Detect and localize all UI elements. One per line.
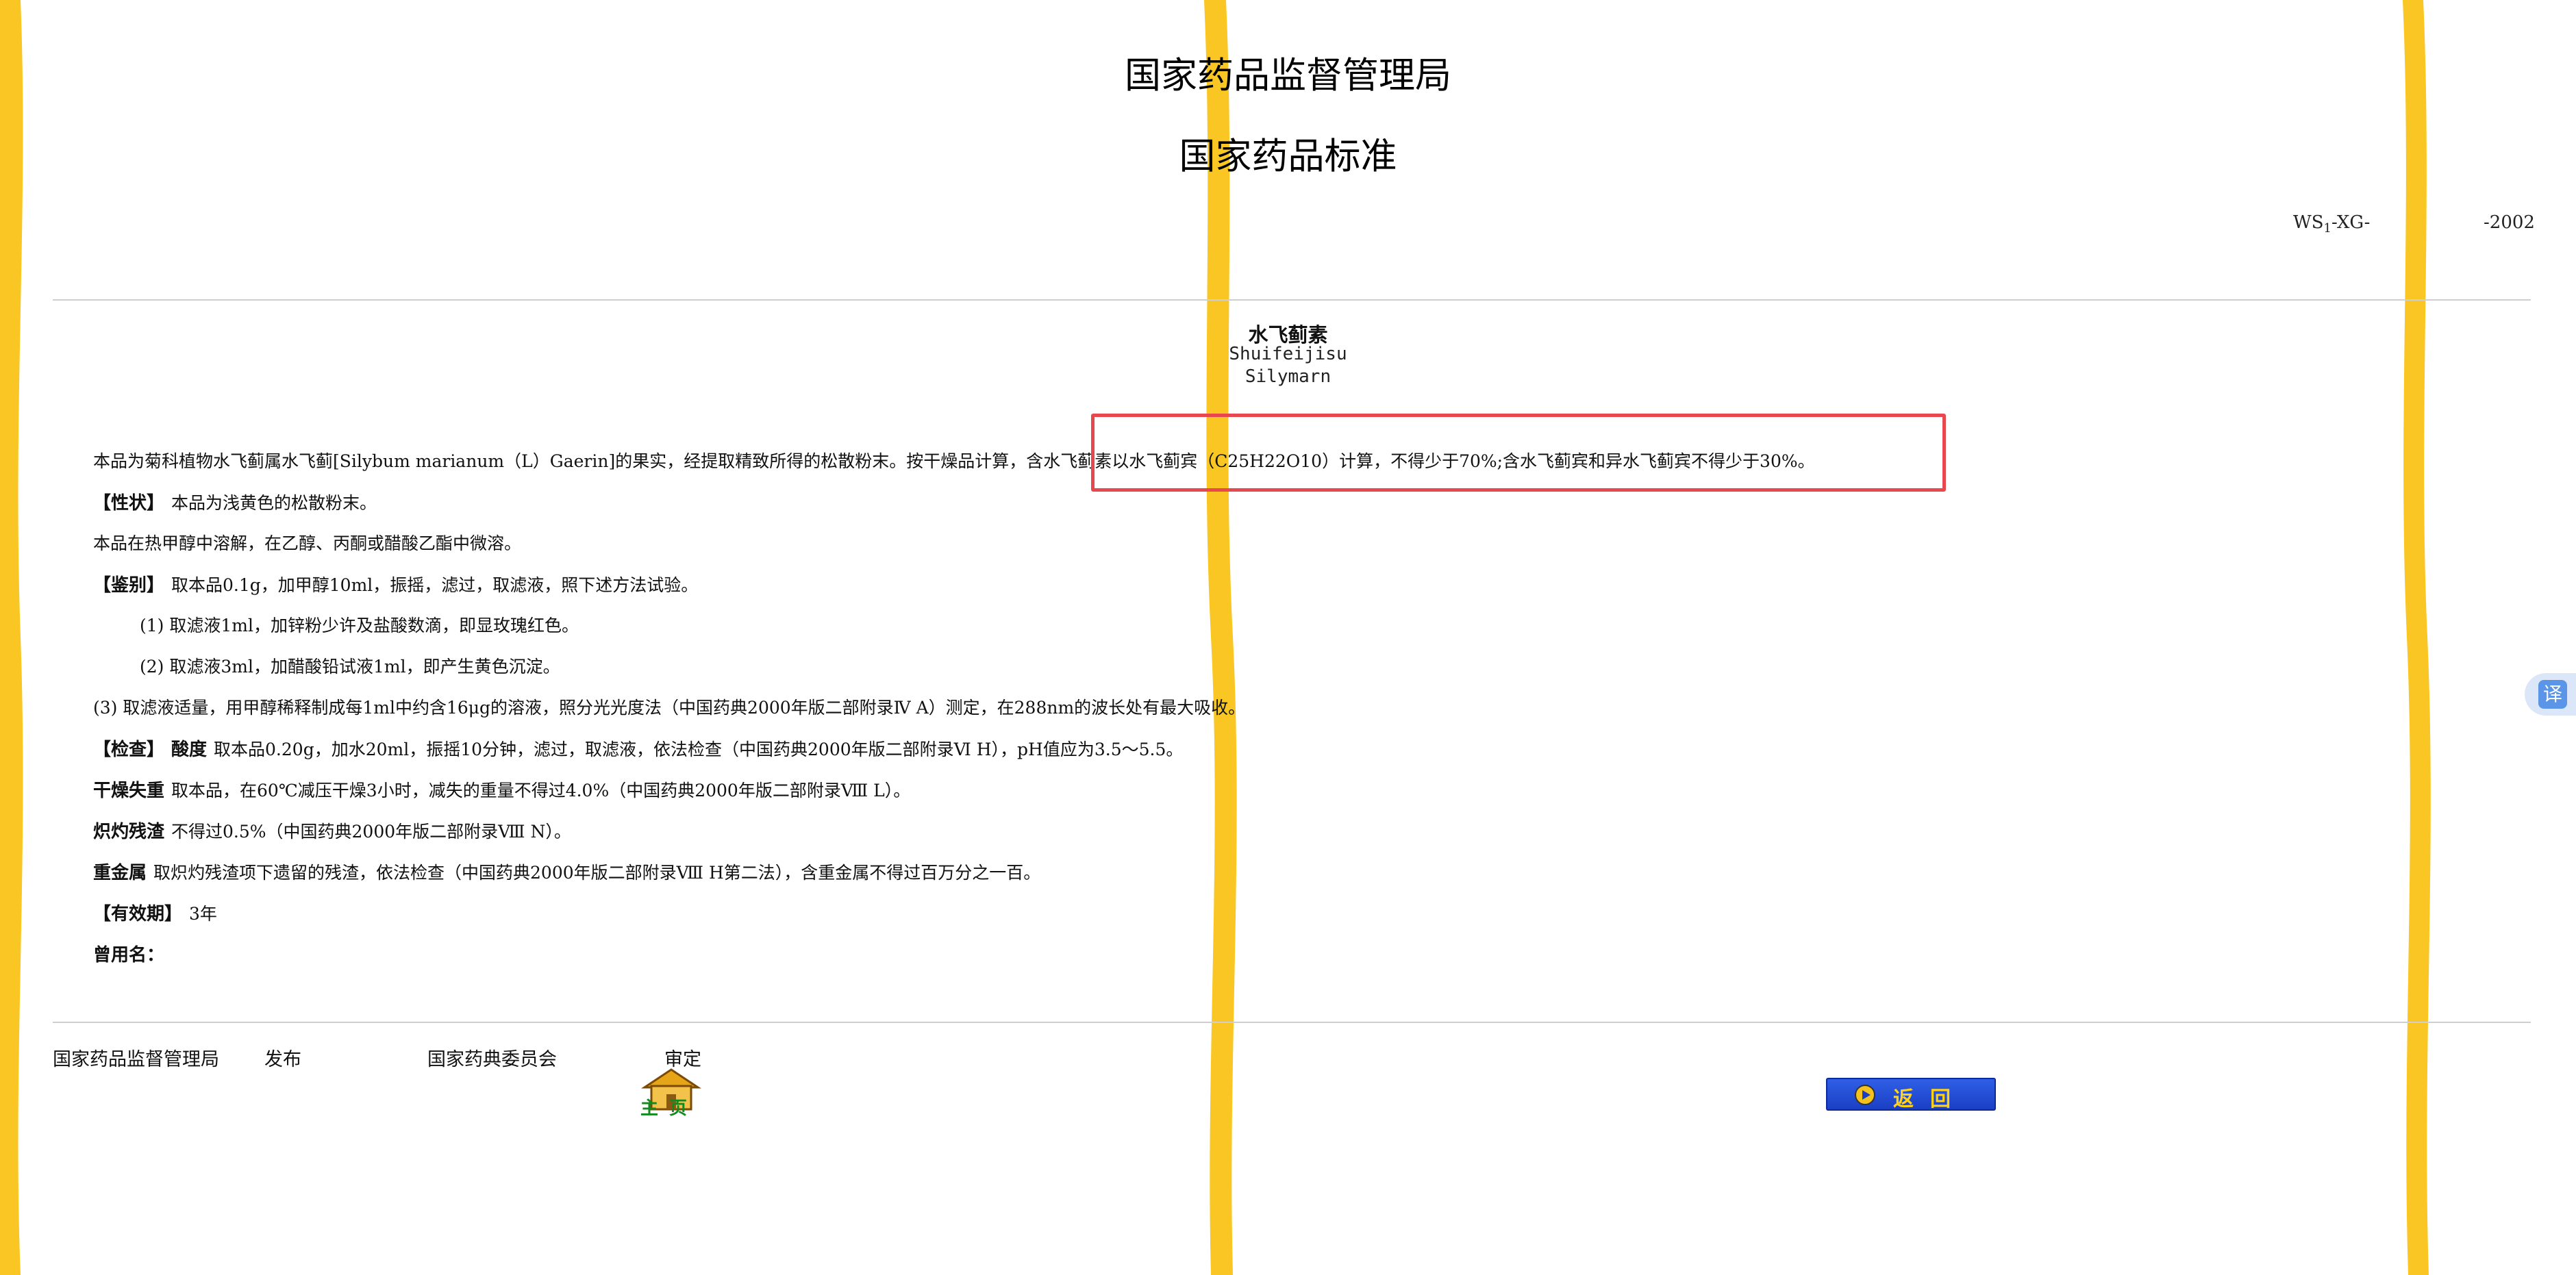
identification-item-3: (3) 取滤液适量，用甲醇稀释制成每1ml中约含16μg的溶液，照分光光度法（中… <box>93 698 1246 718</box>
divider-bottom <box>53 1022 2531 1023</box>
standard-number-year: -2002 <box>2484 212 2535 233</box>
character-text: 本品为浅黄色的松散粉末。 <box>171 493 377 513</box>
home-button-label: 主页 <box>640 1098 699 1119</box>
identification-line: 【鉴别】 取本品0.1g，加甲醇10ml，振摇，滤过，取滤液，照下述方法试验。 <box>93 571 698 596</box>
residue-on-ignition-text: 不得过0.5%（中国药典2000年版二部附录Ⅷ N）。 <box>171 822 571 842</box>
divider-top <box>53 299 2531 301</box>
acidity-text: 取本品0.20g，加水20ml，振摇10分钟，滤过，取滤液，依法检查（中国药典2… <box>214 740 1184 759</box>
home-button[interactable]: 主页 <box>634 1067 709 1119</box>
heavy-metals-line: 重金属 取炽灼残渣项下遗留的残渣，依法检查（中国药典2000年版二部附录Ⅷ H第二… <box>93 859 1040 884</box>
former-name-label: 曾用名： <box>93 945 165 965</box>
loss-on-drying-label: 干燥失重 <box>93 781 165 801</box>
residue-on-ignition-label: 炽灼残渣 <box>93 822 165 842</box>
acidity-label: 酸度 <box>171 740 208 760</box>
former-name-line: 曾用名： <box>93 941 171 966</box>
reviewer-name: 国家药典委员会 <box>427 1049 557 1070</box>
character-line: 【性状】 本品为浅黄色的松散粉末。 <box>93 489 377 514</box>
back-button[interactable]: 返回 <box>1826 1078 1996 1111</box>
loss-on-drying-line: 干燥失重 取本品，在60℃减压干燥3小时，减失的重量不得过4.0%（中国药典200… <box>93 777 910 802</box>
residue-on-ignition-line: 炽灼残渣 不得过0.5%（中国药典2000年版二部附录Ⅷ N）。 <box>93 818 571 843</box>
check-acidity-line: 【检查】 酸度 取本品0.20g，加水20ml，振摇10分钟，滤过，取滤液，依法检查… <box>93 735 1183 761</box>
translate-icon: 译 <box>2538 680 2567 709</box>
identification-item-2: (2) 取滤液3ml，加醋酸铅试液1ml，即产生黄色沉淀。 <box>140 657 560 677</box>
standard-heading: 国家药品标准 <box>1179 136 1397 177</box>
publish-label: 发布 <box>264 1049 301 1070</box>
validity-text: 3年 <box>189 904 217 924</box>
identification-text: 取本品0.1g，加甲醇10ml，振摇，滤过，取滤液，照下述方法试验。 <box>171 575 699 595</box>
standard-number-prefix: WS1-XG- <box>2293 212 2371 236</box>
identification-label: 【鉴别】 <box>93 575 165 596</box>
back-button-label: 返回 <box>1893 1087 1967 1111</box>
check-label: 【检查】 <box>93 740 165 760</box>
drug-english-name: Silymarn <box>1245 366 1331 387</box>
heavy-metals-text: 取炽灼残渣项下遗留的残渣，依法检查（中国药典2000年版二部附录Ⅷ H第二法），… <box>153 863 1041 883</box>
publisher-name: 国家药品监督管理局 <box>53 1049 219 1070</box>
drug-pinyin: Shuifeijisu <box>1229 344 1347 364</box>
solubility-line: 本品在热甲醇中溶解，在乙醇、丙酮或醋酸乙酯中微溶。 <box>93 533 522 553</box>
intro-text-a: 本品为菊科植物水飞蓟属水飞蓟[Silybum marianum（L）Gaerin… <box>93 451 1027 471</box>
validity-line: 【有效期】 3年 <box>93 900 217 925</box>
loss-on-drying-text: 取本品，在60℃减压干燥3小时，减失的重量不得过4.0%（中国药典2000年版二… <box>171 781 911 800</box>
identification-item-1: (1) 取滤液1ml，加锌粉少许及盐酸数滴，即显玫瑰红色。 <box>140 616 579 635</box>
document-page: 国家药品监督管理局 国家药品标准 WS1-XG- -2002 水飞蓟素 Shui… <box>0 0 2576 1275</box>
validity-label: 【有效期】 <box>93 904 183 924</box>
play-arrow-icon <box>1855 1085 1875 1105</box>
translate-widget-button[interactable]: 译 <box>2525 673 2576 716</box>
heavy-metals-label: 重金属 <box>93 863 147 883</box>
highlight-box <box>1091 414 1946 492</box>
agency-heading: 国家药品监督管理局 <box>1125 55 1451 97</box>
character-label: 【性状】 <box>93 493 165 514</box>
